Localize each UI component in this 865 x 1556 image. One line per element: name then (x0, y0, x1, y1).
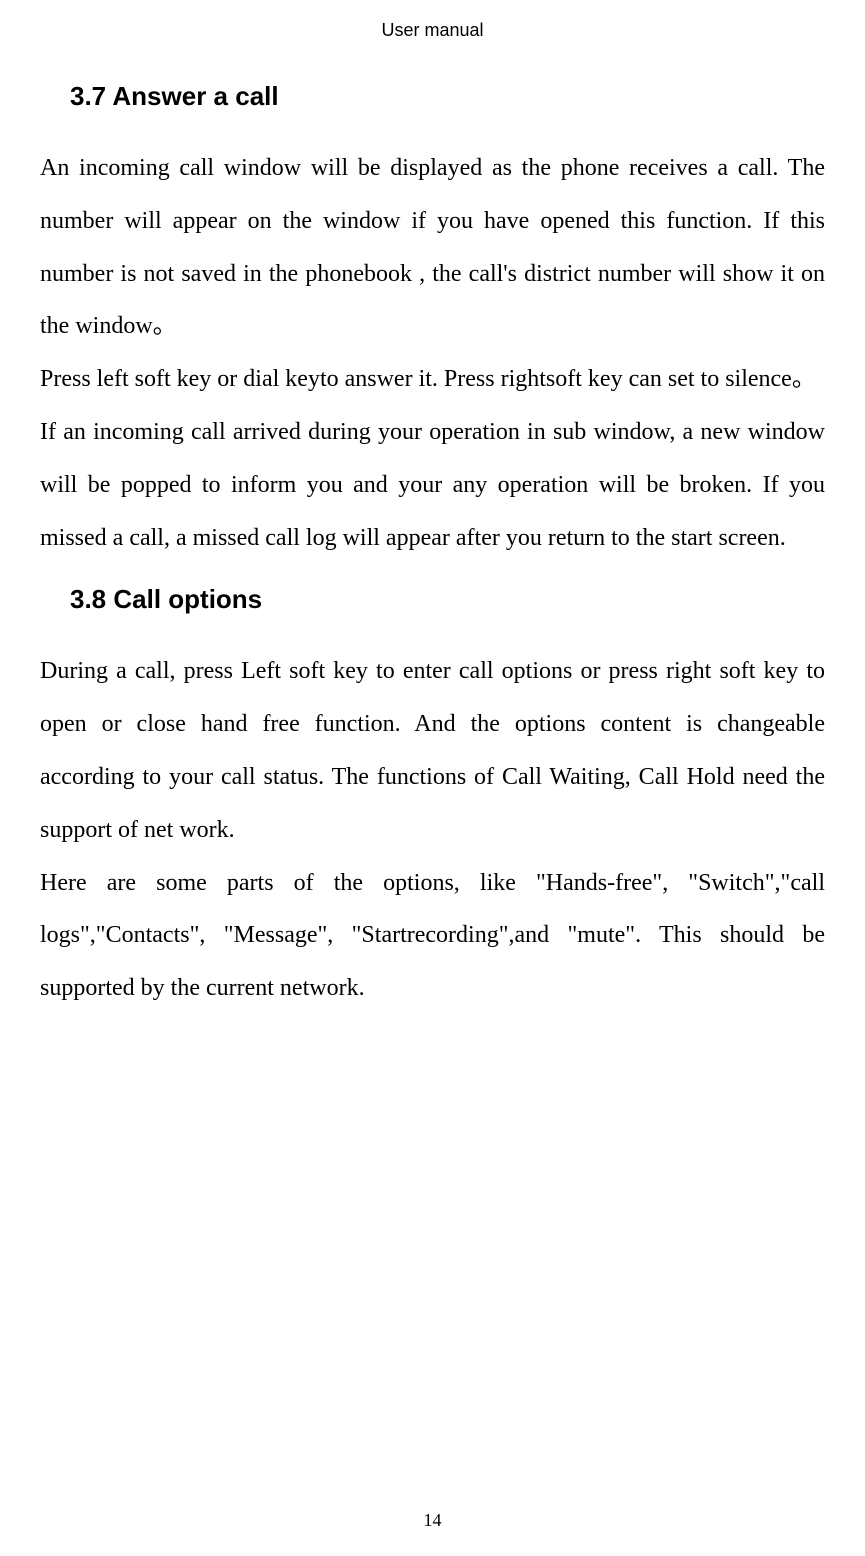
section-heading-3-8: 3.8 Call options (70, 584, 825, 615)
page-number: 14 (0, 1510, 865, 1531)
paragraph-3-7-3: If an incoming call arrived during your … (40, 406, 825, 564)
paragraph-3-8-1: During a call, press Left soft key to en… (40, 645, 825, 856)
paragraph-3-7-2: Press left soft key or dial keyto answer… (40, 353, 825, 406)
page-header: User manual (40, 20, 825, 41)
paragraph-3-7-1: An incoming call window will be displaye… (40, 142, 825, 353)
section-heading-3-7: 3.7 Answer a call (70, 81, 825, 112)
paragraph-3-8-2: Here are some parts of the options, like… (40, 857, 825, 1015)
